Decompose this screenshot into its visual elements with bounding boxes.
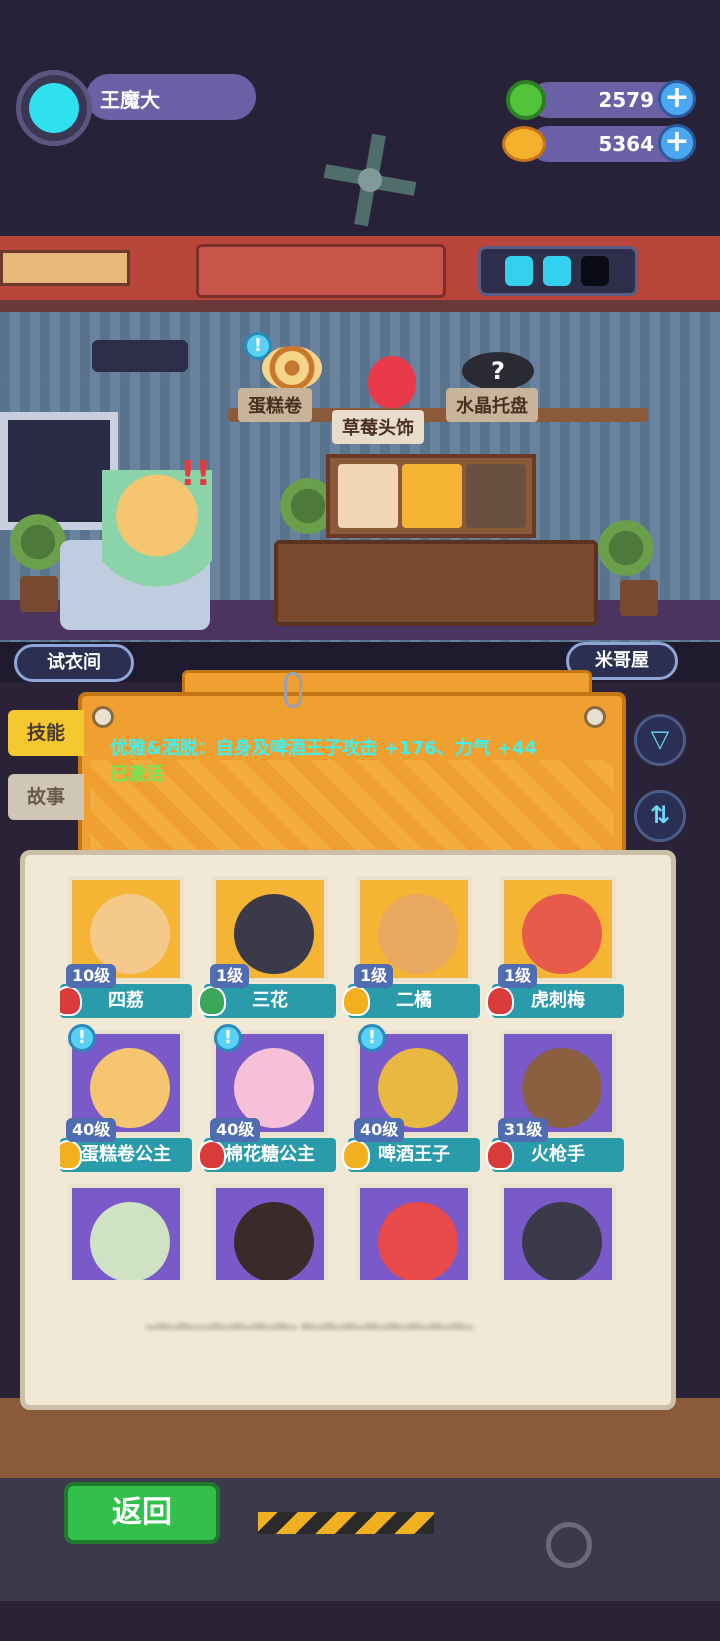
tab-story[interactable]: 故事 [8,774,84,820]
character-face-icon [234,1202,314,1280]
skill-status: 已激活 [110,764,164,785]
notice-bubble-icon[interactable]: ! [244,332,272,360]
rank-badge-icon [342,986,370,1016]
pot-icon [20,576,58,612]
pin-icon [584,706,606,728]
character-face-icon [90,1202,170,1280]
character-level: 1级 [354,964,394,988]
character-grid: 四荔 10级 三花 1级 二橘 1级 虎刺梅 1级 蛋糕卷公主 40级 棉花糖公主 40级 … [60,868,644,1280]
energy-machine [478,246,638,296]
character-level: 40级 [66,1118,117,1142]
clip-icon [284,672,302,708]
photo-frame [326,454,536,538]
character-card[interactable] [204,1184,336,1280]
character-face-icon [234,894,314,974]
slot-label-cake[interactable]: 蛋糕卷 [238,388,312,422]
character-face-icon [522,1202,602,1280]
coin-count: 5364 [598,132,654,156]
plant-icon [8,512,68,572]
hazard-stripe [258,1512,434,1534]
player-name: 王魔大 [100,88,160,112]
blurred-hint-text: ▂▃▂▃▂▂▃▂▃▂▃▂▃▂ ▃▂▃▂▃▂▃▂▃▂▃▂▃▂▃▂ [146,1314,474,1330]
exclaim-marks: !! [180,454,212,494]
fitting-room-label: 试衣间 [47,652,101,673]
gem-count: 2579 [598,88,654,112]
vent-panel [0,250,130,286]
skill-description: 优雅&洒脱：自身及啤酒王子攻击 +176、力气 +44 [110,738,538,759]
rank-badge-icon [198,986,226,1016]
fitting-room-button[interactable]: 试衣间 [14,644,134,682]
character-card[interactable] [60,1184,192,1280]
hat-icon[interactable]: ? [462,352,534,390]
fan-icon [323,133,417,227]
character-card[interactable]: 二橘 1级 [342,876,480,1018]
rank-badge-icon [342,1140,370,1170]
character-level: 40级 [210,1118,261,1142]
pot-icon [620,580,658,616]
radio-panel [196,244,446,298]
photo-cell [466,464,526,528]
back-button[interactable]: 返回 [64,1482,220,1544]
strawberry-icon[interactable] [368,356,416,408]
rank-badge-icon [60,986,82,1016]
character-face-icon [378,1202,458,1280]
character-face-icon [90,894,170,974]
band-shadow [0,300,720,312]
projector-icon [92,340,188,372]
window [0,412,118,530]
player-avatar[interactable] [16,70,92,146]
character-portrait [500,1184,616,1280]
rank-badge-icon [60,1140,82,1170]
character-card[interactable]: 虎刺梅 1级 [486,876,624,1018]
character-card[interactable]: 火枪手 31级 [486,1030,624,1172]
add-coins-button[interactable]: + [658,124,696,162]
sort-button[interactable]: ⇅ [634,790,686,842]
character-card[interactable] [348,1184,480,1280]
energy-battery-icon [543,256,571,286]
notice-bubble-icon[interactable]: ! [68,1024,96,1052]
tab-skill[interactable]: 技能 [8,710,84,756]
add-gems-button[interactable]: + [658,80,696,118]
slot-label-tray[interactable]: 水晶托盘 [446,388,538,422]
energy-battery-icon [505,256,533,286]
gear-icon [546,1522,592,1568]
cake-roll-icon[interactable] [262,346,322,390]
next-room-label: 米哥屋 [595,650,649,671]
character-portrait [356,1184,472,1280]
character-face-icon [522,894,602,974]
rank-badge-icon [198,1140,226,1170]
character-level: 40级 [354,1118,405,1142]
cat-avatar-icon [29,83,79,133]
character-card[interactable] [492,1184,624,1280]
character-face-icon [234,1048,314,1128]
empty-battery-icon [581,256,609,286]
rank-badge-icon [486,1140,514,1170]
character-level: 31级 [498,1118,549,1142]
character-face-icon [90,1048,170,1128]
character-card[interactable]: 三花 1级 [198,876,336,1018]
filter-button[interactable]: ▽ [634,714,686,766]
character-face-icon [378,1048,458,1128]
pin-icon [92,706,114,728]
notice-bubble-icon[interactable]: ! [358,1024,386,1052]
character-portrait [68,1184,184,1280]
rank-badge-icon [486,986,514,1016]
card-pattern [90,760,614,856]
character-level: 10级 [66,964,117,988]
character-card[interactable]: 四荔 10级 [60,876,192,1018]
character-face-icon [522,1048,602,1128]
notice-bubble-icon[interactable]: ! [214,1024,242,1052]
photo-cell [338,464,398,528]
character-face-icon [378,894,458,974]
slot-label-strawberry[interactable]: 草莓头饰 [332,410,424,444]
character-portrait [212,1184,328,1280]
cabinet [274,540,598,626]
book-base [0,1398,720,1478]
character-level: 1级 [210,964,250,988]
photo-cell [402,464,462,528]
plant-icon [596,518,656,578]
character-level: 1级 [498,964,538,988]
